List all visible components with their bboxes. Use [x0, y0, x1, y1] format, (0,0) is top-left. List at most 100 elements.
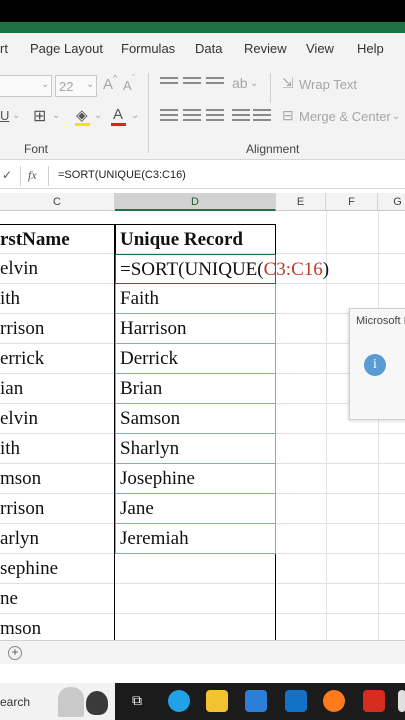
borders-icon[interactable]: ⊞ — [33, 106, 46, 126]
check-icon[interactable]: ✓ — [2, 168, 12, 182]
align-center-icon[interactable] — [183, 109, 201, 123]
cell-d[interactable]: Jane — [115, 494, 276, 524]
cell-c[interactable]: errick — [0, 344, 115, 374]
cell-c[interactable]: sephine — [0, 554, 115, 584]
cell-d[interactable] — [115, 584, 276, 614]
firefox-icon[interactable] — [323, 690, 345, 712]
underline-button[interactable]: U — [0, 108, 9, 123]
wrap-text-button[interactable]: Wrap Text — [299, 77, 357, 92]
task-view-icon[interactable]: ⧉ — [132, 692, 142, 709]
cell-c[interactable]: ian — [0, 374, 115, 404]
tab-help[interactable]: Help — [357, 41, 384, 56]
chevron-down-icon: ⌄ — [12, 110, 21, 121]
app-icon[interactable] — [398, 690, 405, 712]
fill-color-icon[interactable]: ◈ — [76, 106, 88, 124]
cell-c[interactable]: mson — [0, 464, 115, 494]
font-size-dropdown[interactable]: 22 ⌄ — [55, 75, 97, 97]
cell-d[interactable]: Samson — [115, 404, 276, 434]
align-middle-icon[interactable] — [183, 77, 201, 91]
edge-icon[interactable] — [168, 690, 190, 712]
fx-icon[interactable]: fx — [28, 168, 37, 183]
divider — [20, 166, 21, 186]
column-header-f[interactable]: F — [326, 193, 378, 211]
message-dialog[interactable]: Microsoft I i — [349, 308, 405, 420]
cell-d-header[interactable]: Unique Record — [115, 224, 276, 254]
table-row: rrison Jane — [0, 494, 405, 524]
cell-d[interactable]: Faith — [115, 284, 276, 314]
fill-color-swatch — [75, 123, 90, 126]
cell-d[interactable]: Jeremiah — [115, 524, 276, 554]
table-row: rrison Harrison — [0, 314, 405, 344]
align-bottom-icon[interactable] — [206, 77, 224, 91]
grow-font-button[interactable]: A — [103, 76, 113, 93]
tab-view[interactable]: View — [306, 41, 334, 56]
cell-c[interactable]: elvin — [0, 404, 115, 434]
cell-c[interactable]: elvin — [0, 254, 115, 284]
formula-range-ref: C3:C16 — [263, 259, 323, 280]
table-row: ian Brian — [0, 374, 405, 404]
search-placeholder: earch — [0, 695, 31, 709]
table-row: sephine — [0, 554, 405, 584]
chevron-down-icon: ⌄ — [52, 110, 61, 121]
cell-d[interactable]: Sharlyn — [115, 434, 276, 464]
font-group-label: Font — [24, 142, 49, 156]
column-header-d[interactable]: D — [115, 193, 276, 211]
cell-c[interactable]: ne — [0, 584, 115, 614]
grow-arrow-icon: ^ — [113, 73, 118, 83]
cell-d[interactable]: Derrick — [115, 344, 276, 374]
wrap-text-icon: ⇲ — [282, 75, 294, 91]
align-left-icon[interactable] — [160, 109, 178, 123]
cell-d[interactable]: Harrison — [115, 314, 276, 344]
cell-c[interactable]: rrison — [0, 494, 115, 524]
table-row: elvin =SORT(UNIQUE(C3:C16) — [0, 254, 405, 284]
tab-review[interactable]: Review — [244, 41, 287, 56]
font-color-swatch — [111, 123, 126, 126]
file-explorer-icon[interactable] — [206, 690, 228, 712]
cell-d-editing[interactable]: =SORT(UNIQUE(C3:C16) — [115, 254, 329, 284]
table-row: ith Sharlyn — [0, 434, 405, 464]
cell-d[interactable]: Brian — [115, 374, 276, 404]
taskbar-search[interactable]: earch — [0, 683, 115, 720]
align-top-icon[interactable] — [160, 77, 178, 91]
merge-center-button[interactable]: Merge & Center — [299, 109, 391, 124]
cell-c[interactable]: ith — [0, 434, 115, 464]
windows-taskbar: earch ⧉ — [0, 683, 405, 720]
tab-formulas[interactable]: Formulas — [121, 41, 175, 56]
chevron-down-icon: ⌄ — [41, 79, 50, 90]
mail-icon[interactable] — [285, 690, 307, 712]
cell-d[interactable] — [115, 554, 276, 584]
font-name-dropdown[interactable]: ⌄ — [0, 75, 52, 97]
divider — [148, 73, 149, 153]
sheet-tab-bar: + — [0, 640, 405, 664]
formula-input[interactable]: =SORT(UNIQUE(C3:C16) — [58, 169, 186, 181]
tab-data[interactable]: Data — [195, 41, 222, 56]
column-header-c[interactable]: C — [0, 193, 115, 211]
info-icon: i — [364, 354, 386, 376]
shrink-arrow-icon: ˇ — [132, 73, 135, 83]
column-headers: C D E F G — [0, 193, 405, 211]
chevron-down-icon: ⌄ — [86, 79, 95, 90]
cell-c[interactable]: rrison — [0, 314, 115, 344]
pdf-icon[interactable] — [363, 690, 385, 712]
cell-c-header[interactable]: rstName — [0, 224, 115, 254]
cell-d[interactable]: Josephine — [115, 464, 276, 494]
increase-indent-icon[interactable] — [253, 109, 271, 123]
font-color-icon[interactable]: A — [113, 106, 123, 123]
add-sheet-button[interactable]: + — [8, 646, 22, 660]
align-right-icon[interactable] — [206, 109, 224, 123]
column-header-e[interactable]: E — [276, 193, 326, 211]
shrink-font-button[interactable]: A — [123, 78, 132, 93]
cell-c[interactable]: ith — [0, 284, 115, 314]
cell-c[interactable]: arlyn — [0, 524, 115, 554]
worksheet-grid[interactable]: rstName Unique Record elvin =SORT(UNIQUE… — [0, 211, 405, 644]
orientation-icon[interactable]: ab — [232, 75, 248, 91]
store-icon[interactable] — [245, 690, 267, 712]
decrease-indent-icon[interactable] — [232, 109, 250, 123]
tab-page-layout[interactable]: Page Layout — [30, 41, 103, 56]
column-header-g[interactable]: G — [378, 193, 405, 211]
chevron-down-icon: ⌄ — [131, 110, 140, 121]
tab-insert[interactable]: rt — [0, 41, 8, 56]
table-row: elvin Samson — [0, 404, 405, 434]
chevron-down-icon: ⌄ — [250, 78, 259, 89]
table-row: ith Faith — [0, 284, 405, 314]
